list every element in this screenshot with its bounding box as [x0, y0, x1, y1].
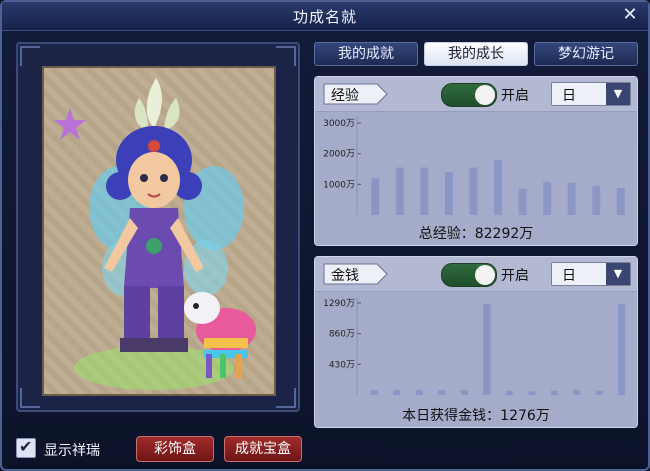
leg-shape: [158, 286, 184, 342]
star-icon: [54, 108, 86, 140]
pendant-shape: [146, 238, 162, 254]
experience-total: 总经验：82292万: [418, 226, 534, 242]
experience-chart-bar: [592, 185, 601, 215]
show-auspicious-checkbox[interactable]: ✔: [16, 437, 36, 458]
money-chart-bar: [393, 390, 401, 395]
checkmark-icon: ✔: [19, 437, 33, 456]
experience-chart-bar: [616, 188, 625, 215]
chevron-down-icon: ▼: [606, 83, 630, 105]
money-chart-bar: [550, 390, 558, 395]
money-chart-bar: [460, 390, 468, 395]
toggle-knob: [475, 265, 495, 285]
show-auspicious-label: 显示祥瑞: [44, 443, 100, 459]
portrait-frame: [16, 42, 300, 412]
shoe-shape: [120, 338, 154, 352]
money-period-value: 日: [562, 268, 576, 284]
jewel-shape: [148, 140, 160, 152]
decor-box-button[interactable]: 彩饰盒: [136, 436, 214, 462]
money-header: 金钱 开启 日 ▼: [315, 257, 637, 292]
chevron-down-icon: ▼: [606, 263, 630, 285]
money-toggle[interactable]: [441, 263, 497, 287]
experience-chart-bar: [371, 178, 380, 215]
experience-period-value: 日: [562, 88, 576, 104]
money-chart-y-tick-label: 1290万: [323, 299, 355, 309]
achievement-window: 功成名就 ✕ 我的成就 我的成长 梦幻游记 经验 开启 日 ▼ 1000万 20…: [0, 0, 650, 471]
money-chart-bar: [573, 390, 581, 395]
money-chart-bar: [438, 390, 446, 395]
feather-shape: [164, 98, 180, 130]
eye-shape: [140, 174, 148, 182]
experience-tag: 经验: [323, 83, 389, 105]
experience-chart: 1000万 2000万 3000万: [323, 117, 625, 215]
experience-chart-bar: [543, 181, 552, 215]
experience-chart-y-tick-label: 2000万: [323, 150, 355, 160]
pet-leg-shape: [220, 354, 226, 378]
character-illustration: [54, 78, 256, 390]
money-chart-bar: [370, 390, 378, 395]
money-tag-label: 金钱: [331, 268, 359, 284]
pet-head-shape: [184, 292, 220, 324]
pet-leg-shape: [206, 354, 212, 378]
experience-toggle-label: 开启: [501, 88, 529, 104]
experience-chart-bar: [420, 167, 429, 215]
experience-chart-bar: [445, 172, 453, 215]
experience-chart-bar: [469, 167, 478, 215]
frame-corner-ornament: [276, 46, 296, 66]
money-chart-y-tick-label: 860万: [329, 330, 355, 340]
experience-chart-bar: [494, 159, 502, 215]
frame-corner-ornament: [20, 46, 40, 66]
money-chart-bar: [528, 391, 536, 395]
experience-chart-bar: [395, 167, 404, 215]
money-chart-bar: [595, 390, 603, 395]
leg-shape: [124, 286, 150, 342]
toggle-knob: [475, 85, 495, 105]
feather-shape: [146, 78, 162, 128]
experience-chart-y-tick-label: 1000万: [323, 180, 355, 190]
experience-chart-bar: [567, 182, 576, 215]
experience-chart-bar: [518, 188, 527, 215]
money-chart-bar: [415, 390, 423, 395]
money-panel: 金钱 开启 日 ▼ 430万 860万 1290万 本日获得金钱：1276万: [314, 256, 638, 428]
frame-corner-ornament: [276, 388, 296, 408]
tab-my-achievements[interactable]: 我的成就: [314, 42, 418, 66]
pet-leg-shape: [236, 354, 242, 378]
money-chart-bar: [483, 304, 491, 395]
window-title: 功成名就: [292, 8, 357, 26]
eye-shape: [160, 174, 168, 182]
money-period-select[interactable]: 日 ▼: [551, 262, 631, 286]
money-tag: 金钱: [323, 263, 389, 285]
title-bar: 功成名就 ✕: [2, 2, 648, 31]
experience-period-select[interactable]: 日 ▼: [551, 82, 631, 106]
experience-chart-y-tick-label: 3000万: [323, 119, 355, 129]
tab-travel-log[interactable]: 梦幻游记: [534, 42, 638, 66]
experience-panel: 经验 开启 日 ▼ 1000万 2000万 3000万 总经验：82292万: [314, 76, 638, 246]
face-shape: [128, 152, 180, 208]
experience-toggle[interactable]: [441, 83, 497, 107]
achievement-box-button[interactable]: 成就宝盒: [224, 436, 302, 462]
shoe-shape: [154, 338, 188, 352]
tab-bar: 我的成就 我的成长 梦幻游记: [314, 42, 638, 66]
pet-eye-shape: [193, 303, 199, 309]
money-total: 本日获得金钱：1276万: [402, 408, 550, 424]
close-icon[interactable]: ✕: [620, 5, 640, 25]
experience-tag-label: 经验: [331, 88, 359, 104]
character-portrait: [42, 66, 276, 396]
frame-corner-ornament: [20, 388, 40, 408]
money-chart: 430万 860万 1290万: [323, 297, 626, 395]
pet-stripe-shape: [204, 338, 248, 348]
money-chart-y-tick-label: 430万: [329, 360, 355, 370]
feather-shape: [134, 98, 148, 130]
money-toggle-label: 开启: [501, 268, 529, 284]
money-chart-bar: [618, 304, 626, 395]
experience-header: 经验 开启 日 ▼: [315, 77, 637, 112]
money-chart-bar: [505, 390, 513, 395]
tab-my-growth[interactable]: 我的成长: [424, 42, 528, 66]
